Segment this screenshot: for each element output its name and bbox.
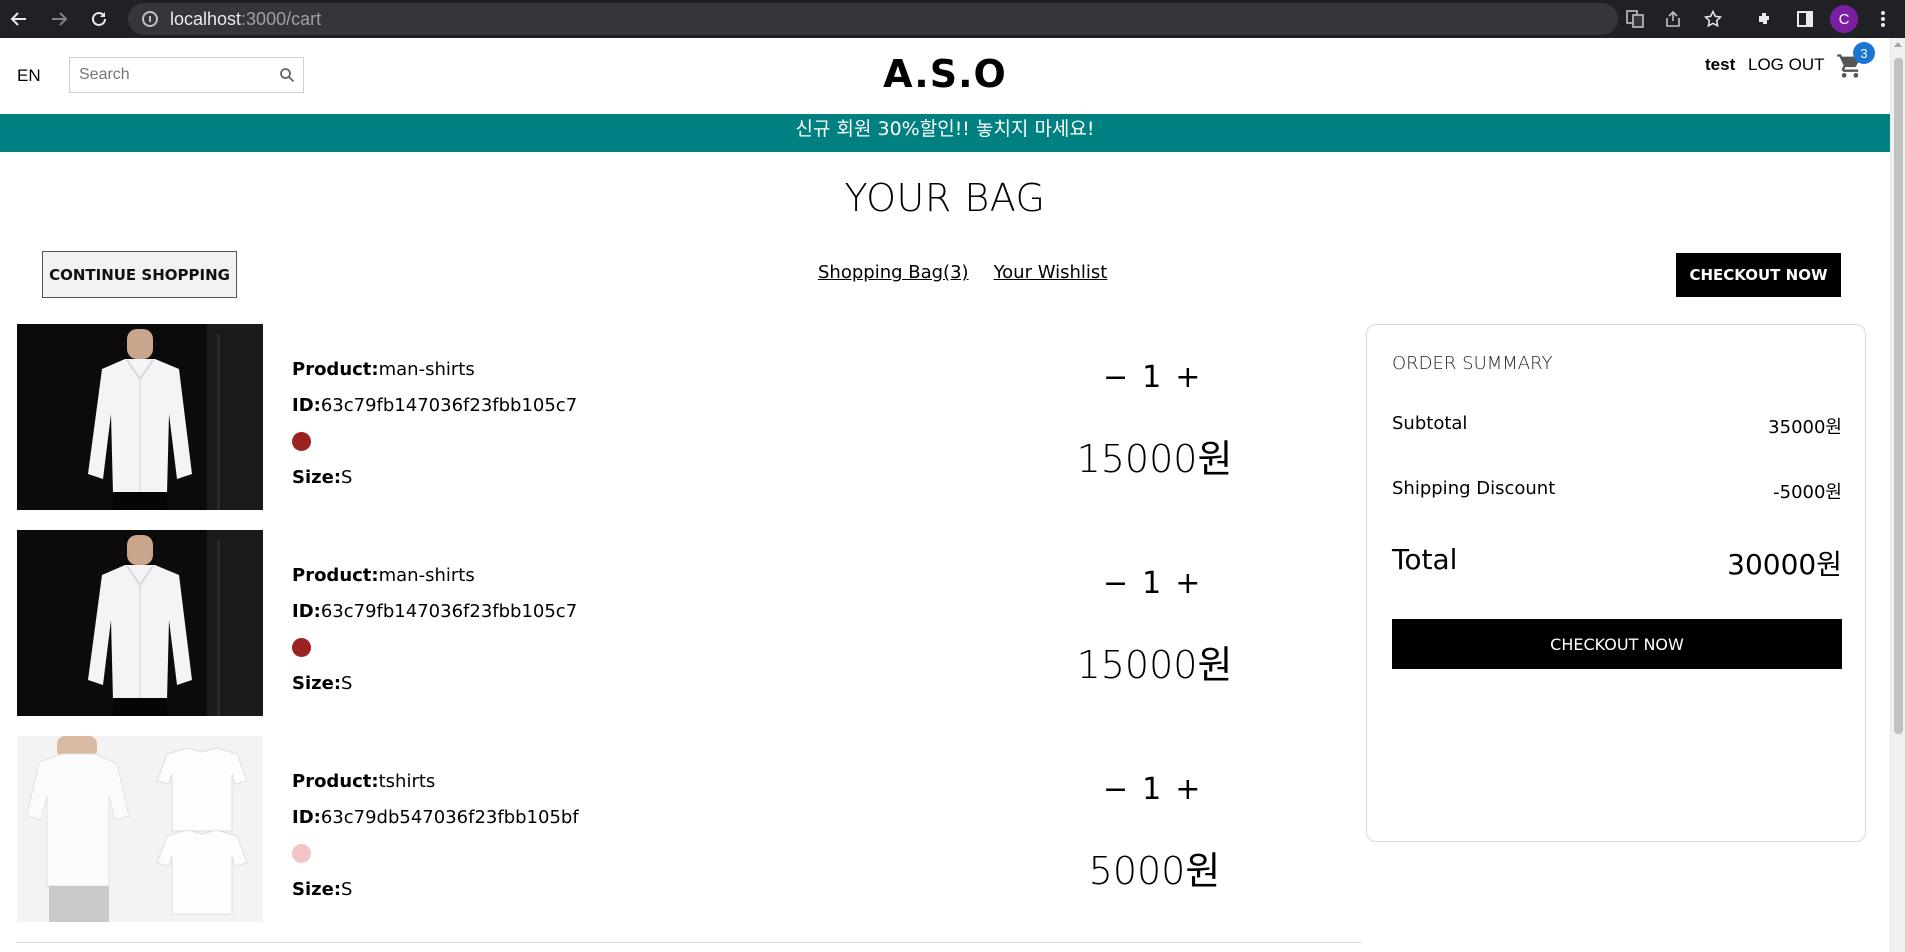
total-label: Total [1392, 543, 1458, 576]
cart-item: Product:man-shirts ID:63c79fb147036f23fb… [17, 324, 1362, 514]
info-icon[interactable] [142, 11, 158, 27]
url-host: localhost [170, 8, 242, 29]
page-scrollbar[interactable] [1890, 38, 1905, 952]
checkout-now-button[interactable]: CHECKOUT NOW [1676, 253, 1841, 297]
shipping-discount-value: -5000원 [1773, 482, 1842, 503]
shopping-bag-link[interactable]: Shopping Bag(3) [818, 262, 969, 283]
bag-links: Shopping Bag(3) Your Wishlist [818, 262, 1107, 283]
logout-link[interactable]: LOG OUT [1748, 55, 1825, 75]
product-details: Product:man-shirts ID:63c79fb147036f23fb… [292, 558, 577, 702]
subtotal-value: 35000원 [1768, 417, 1842, 438]
shipping-discount-row: Shipping Discount -5000원 [1392, 478, 1842, 504]
subtotal-label: Subtotal [1392, 413, 1468, 434]
product-size: S [341, 879, 353, 900]
scroll-up-icon[interactable] [1894, 42, 1902, 47]
minus-icon[interactable]: − [1103, 772, 1128, 807]
plus-icon[interactable]: + [1175, 772, 1200, 807]
cart-item: Product:tshirts ID:63c79db547036f23fbb10… [17, 736, 1362, 926]
cart-item: Product:man-shirts ID:63c79fb147036f23fb… [17, 530, 1362, 720]
product-name: man-shirts [378, 359, 475, 380]
product-price: 15000원 [1076, 437, 1233, 481]
quantity-stepper: − 1 + [1103, 360, 1200, 395]
size-label: Size: [292, 467, 342, 488]
product-name: man-shirts [378, 565, 475, 586]
site-header: EN A.S.O test LOG OUT 3 [0, 38, 1890, 114]
product-id: 63c79fb147036f23fbb105c7 [320, 601, 578, 622]
scroll-thumb[interactable] [1894, 58, 1903, 734]
minus-icon[interactable]: − [1103, 360, 1128, 395]
product-price: 15000원 [1076, 643, 1233, 687]
order-summary: ORDER SUMMARY Subtotal 35000원 Shipping D… [1366, 324, 1866, 842]
quantity-stepper: − 1 + [1103, 772, 1200, 807]
cart-count-badge: 3 [1853, 42, 1875, 64]
minus-icon[interactable]: − [1103, 566, 1128, 601]
quantity-value: 1 [1142, 772, 1162, 807]
product-color-swatch [292, 638, 311, 657]
product-color-swatch [292, 432, 311, 451]
product-image-shirt[interactable] [17, 530, 263, 716]
total-value: 30000원 [1727, 548, 1842, 581]
side-panel-icon[interactable] [1790, 4, 1820, 34]
product-details: Product:man-shirts ID:63c79fb147036f23fb… [292, 352, 577, 496]
back-arrow-icon[interactable] [4, 4, 34, 34]
reload-icon[interactable] [84, 4, 114, 34]
quantity-value: 1 [1142, 566, 1162, 601]
wishlist-link[interactable]: Your Wishlist [994, 262, 1108, 283]
announcement-bar: 신규 회원 30%할인!! 놓치지 마세요! [0, 114, 1890, 152]
quantity-stepper: − 1 + [1103, 566, 1200, 601]
product-image-tshirts[interactable] [17, 736, 263, 922]
id-label: ID: [292, 395, 321, 416]
shipping-discount-label: Shipping Discount [1392, 478, 1556, 499]
divider [17, 942, 1362, 943]
summary-title: ORDER SUMMARY [1392, 353, 1553, 374]
url-path: :3000/cart [241, 8, 322, 29]
address-bar[interactable]: localhost:3000/cart [128, 3, 1618, 35]
product-details: Product:tshirts ID:63c79db547036f23fbb10… [292, 764, 579, 908]
forward-arrow-icon[interactable] [44, 4, 74, 34]
bookmark-star-icon[interactable] [1698, 4, 1728, 34]
plus-icon[interactable]: + [1175, 566, 1200, 601]
username: test [1705, 55, 1736, 74]
product-label: Product: [292, 565, 379, 586]
translate-icon[interactable] [1620, 4, 1650, 34]
product-label: Product: [292, 771, 379, 792]
product-image-shirt[interactable] [17, 324, 263, 510]
product-id: 63c79fb147036f23fbb105c7 [320, 395, 578, 416]
more-menu-icon[interactable] [1868, 4, 1898, 34]
size-label: Size: [292, 673, 342, 694]
browser-toolbar: localhost:3000/cart C [0, 0, 1905, 38]
product-name: tshirts [378, 771, 436, 792]
product-size: S [341, 467, 353, 488]
subtotal-row: Subtotal 35000원 [1392, 413, 1842, 439]
site-logo[interactable]: A.S.O [0, 52, 1890, 96]
product-size: S [341, 673, 353, 694]
plus-icon[interactable]: + [1175, 360, 1200, 395]
share-icon[interactable] [1658, 4, 1688, 34]
quantity-value: 1 [1142, 360, 1162, 395]
total-row: Total 30000원 [1392, 543, 1842, 583]
id-label: ID: [292, 807, 321, 828]
page-title: YOUR BAG [844, 176, 1046, 220]
profile-avatar[interactable]: C [1830, 5, 1858, 33]
extensions-icon[interactable] [1750, 4, 1780, 34]
product-price: 5000원 [1088, 849, 1221, 893]
product-id: 63c79db547036f23fbb105bf [320, 807, 579, 828]
summary-checkout-button[interactable]: CHECKOUT NOW [1392, 619, 1842, 669]
size-label: Size: [292, 879, 342, 900]
product-label: Product: [292, 359, 379, 380]
product-color-swatch [292, 844, 311, 863]
id-label: ID: [292, 601, 321, 622]
continue-shopping-button[interactable]: CONTINUE SHOPPING [42, 251, 237, 298]
